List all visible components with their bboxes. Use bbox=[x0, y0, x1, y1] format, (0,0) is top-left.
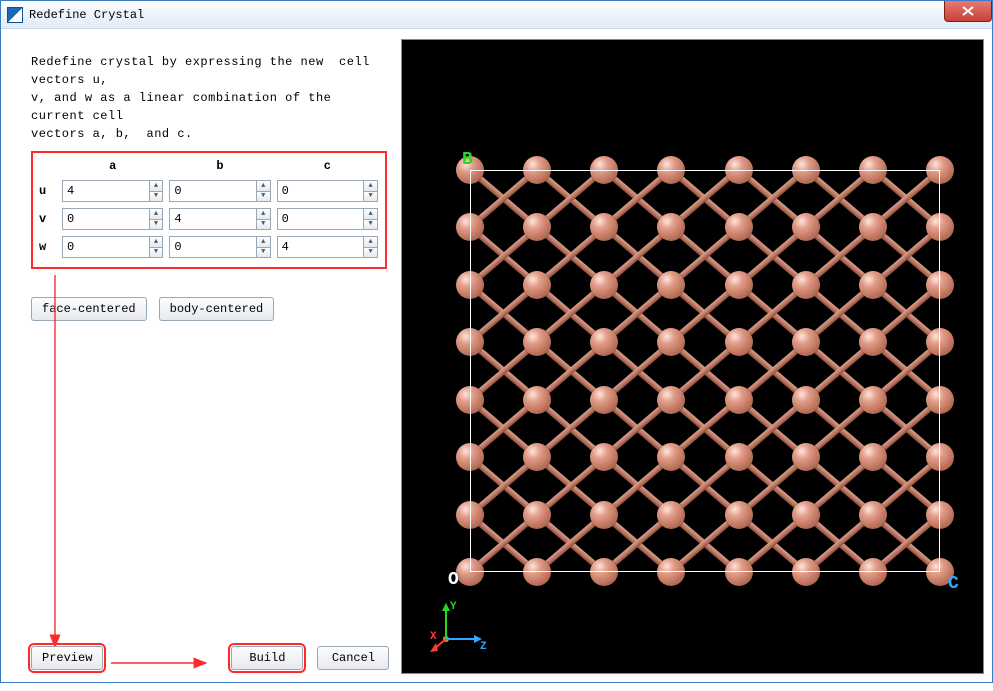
row-label-w: w bbox=[37, 233, 59, 261]
matrix-w-b-input[interactable] bbox=[170, 237, 256, 257]
spin-down-icon[interactable]: ▼ bbox=[364, 191, 377, 202]
matrix-w-a-input[interactable] bbox=[63, 237, 149, 257]
spin-down-icon[interactable]: ▼ bbox=[364, 219, 377, 230]
matrix-u-c-input[interactable] bbox=[278, 181, 364, 201]
axis-gizmo: Y Z X bbox=[430, 595, 490, 655]
close-icon bbox=[962, 6, 974, 16]
spin-down-icon[interactable]: ▼ bbox=[364, 247, 377, 258]
body-centered-button[interactable]: body-centered bbox=[159, 297, 275, 321]
matrix-u-b-spinner[interactable]: ▲▼ bbox=[169, 180, 270, 202]
matrix-u-b-input[interactable] bbox=[170, 181, 256, 201]
spin-up-icon[interactable]: ▲ bbox=[257, 209, 270, 219]
matrix-u-a-spinner[interactable]: ▲▼ bbox=[62, 180, 163, 202]
matrix-v-a-spinner[interactable]: ▲▼ bbox=[62, 208, 163, 230]
axis-x-label: X bbox=[430, 631, 437, 643]
matrix-v-c-spinner[interactable]: ▲▼ bbox=[277, 208, 378, 230]
matrix-v-c-input[interactable] bbox=[278, 209, 364, 229]
matrix-w-c-spinner[interactable]: ▲▼ bbox=[277, 236, 378, 258]
spin-down-icon[interactable]: ▼ bbox=[150, 247, 163, 258]
origin-label: O bbox=[448, 570, 459, 590]
row-label-u: u bbox=[37, 177, 59, 205]
spin-down-icon[interactable]: ▼ bbox=[257, 219, 270, 230]
axis-label-c: C bbox=[948, 574, 959, 594]
col-header-c: c bbox=[274, 157, 381, 177]
axis-z-label: Z bbox=[480, 641, 487, 653]
window-title: Redefine Crystal bbox=[29, 8, 144, 22]
spin-down-icon[interactable]: ▼ bbox=[150, 219, 163, 230]
spin-up-icon[interactable]: ▲ bbox=[257, 237, 270, 247]
row-label-v: v bbox=[37, 205, 59, 233]
spin-up-icon[interactable]: ▲ bbox=[150, 209, 163, 219]
titlebar: Redefine Crystal bbox=[1, 1, 992, 29]
matrix-v-b-spinner[interactable]: ▲▼ bbox=[169, 208, 270, 230]
face-centered-button[interactable]: face-centered bbox=[31, 297, 147, 321]
spin-down-icon[interactable]: ▼ bbox=[150, 191, 163, 202]
spin-down-icon[interactable]: ▼ bbox=[257, 191, 270, 202]
preview-button[interactable]: Preview bbox=[31, 646, 103, 670]
matrix-u-a-input[interactable] bbox=[63, 181, 149, 201]
crystal-viewport[interactable]: B O C Y Z X bbox=[401, 39, 984, 674]
axis-label-b: B bbox=[462, 150, 473, 170]
spin-up-icon[interactable]: ▲ bbox=[364, 209, 377, 219]
col-header-a: a bbox=[59, 157, 166, 177]
build-button[interactable]: Build bbox=[231, 646, 303, 670]
matrix-v-b-input[interactable] bbox=[170, 209, 256, 229]
col-header-b: b bbox=[166, 157, 273, 177]
matrix-w-b-spinner[interactable]: ▲▼ bbox=[169, 236, 270, 258]
app-icon bbox=[7, 7, 23, 23]
spin-up-icon[interactable]: ▲ bbox=[364, 237, 377, 247]
matrix-box: abcu▲▼▲▼▲▼v▲▼▲▼▲▼w▲▼▲▼▲▼ bbox=[31, 151, 387, 269]
spin-up-icon[interactable]: ▲ bbox=[150, 237, 163, 247]
spin-down-icon[interactable]: ▼ bbox=[257, 247, 270, 258]
matrix-u-c-spinner[interactable]: ▲▼ bbox=[277, 180, 378, 202]
left-panel: Redefine crystal by expressing the new c… bbox=[1, 31, 401, 682]
spin-up-icon[interactable]: ▲ bbox=[150, 181, 163, 191]
description-text: Redefine crystal by expressing the new c… bbox=[31, 53, 387, 143]
spin-up-icon[interactable]: ▲ bbox=[257, 181, 270, 191]
axis-y-label: Y bbox=[450, 601, 457, 613]
close-button[interactable] bbox=[944, 1, 992, 22]
matrix-w-c-input[interactable] bbox=[278, 237, 364, 257]
matrix-w-a-spinner[interactable]: ▲▼ bbox=[62, 236, 163, 258]
cancel-button[interactable]: Cancel bbox=[317, 646, 389, 670]
matrix-v-a-input[interactable] bbox=[63, 209, 149, 229]
cell-frame bbox=[470, 170, 940, 572]
spin-up-icon[interactable]: ▲ bbox=[364, 181, 377, 191]
